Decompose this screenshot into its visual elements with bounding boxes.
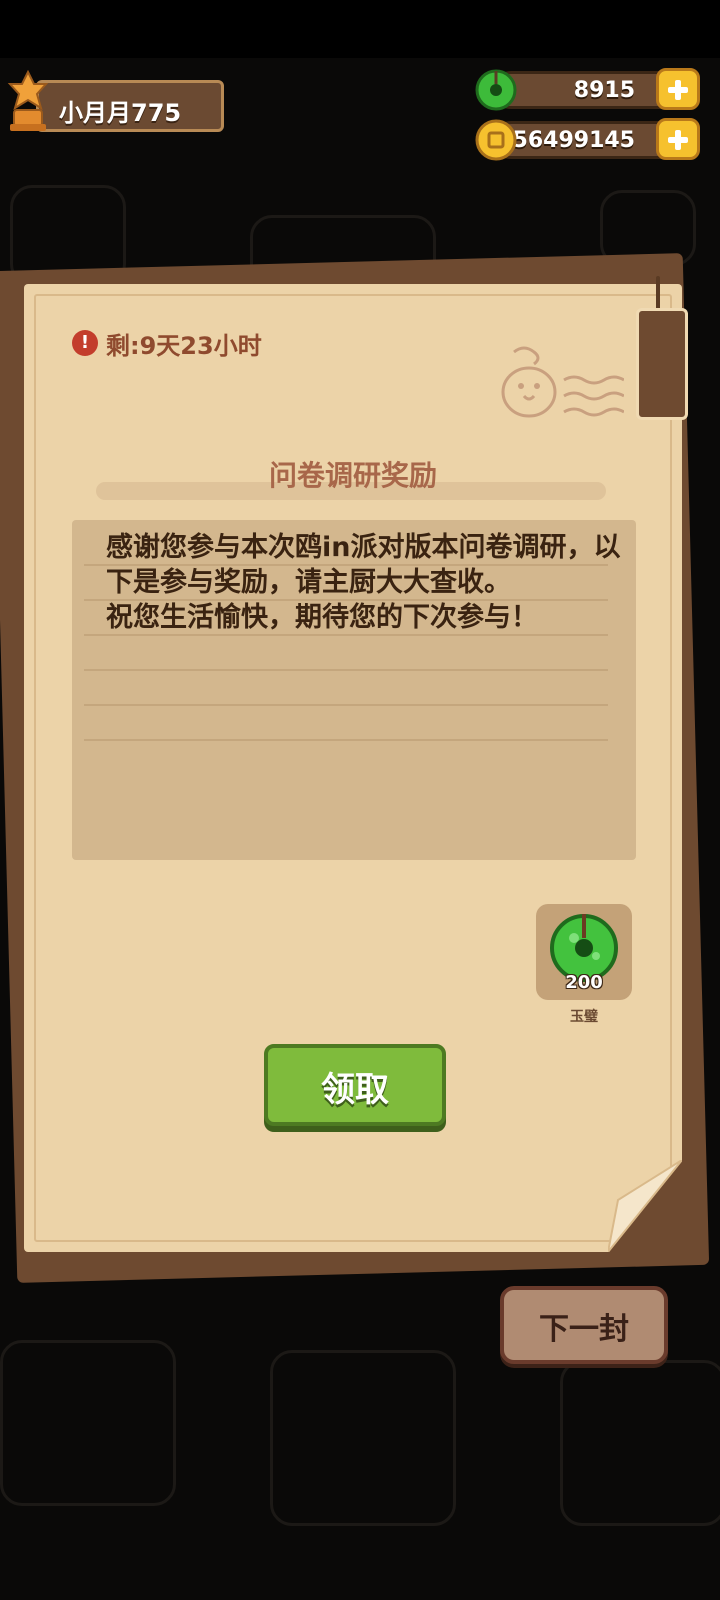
reward-name: 玉璧 bbox=[570, 1009, 598, 1025]
warning-icon: ! bbox=[72, 330, 98, 356]
letter-title: 问卷调研奖励 bbox=[268, 459, 437, 492]
reward-item[interactable]: 200 bbox=[536, 904, 632, 1000]
player-name-badge[interactable]: 小月月775 bbox=[36, 80, 224, 132]
claim-button[interactable]: 领取 bbox=[264, 1044, 446, 1126]
background-decor bbox=[560, 1360, 720, 1526]
reward-count: 200 bbox=[565, 972, 603, 993]
mail-letter: ! 剩:9天23小时 问卷调研奖励 感谢您参与本次鸥in派对版本问卷调研，以下是… bbox=[24, 276, 688, 1252]
jade-disc-icon bbox=[475, 69, 517, 111]
rank-trophy-icon bbox=[7, 70, 49, 131]
add-jade-button[interactable] bbox=[656, 68, 700, 110]
claim-button-label: 领取 bbox=[321, 1070, 389, 1110]
add-coin-button[interactable] bbox=[656, 118, 700, 160]
message-text: 感谢您参与本次鸥in派对版本问卷调研，以下是参与奖励，请主厨大大查收。 祝您生活… bbox=[106, 532, 621, 633]
message-box: 感谢您参与本次鸥in派对版本问卷调研，以下是参与奖励，请主厨大大查收。 祝您生活… bbox=[72, 520, 636, 860]
ruled-line bbox=[84, 739, 608, 741]
postmark-stamp-icon bbox=[501, 346, 624, 418]
ruled-line bbox=[84, 704, 608, 706]
background-decor bbox=[270, 1350, 456, 1526]
next-letter-label: 下一封 bbox=[539, 1312, 629, 1347]
player-name: 小月月775 bbox=[59, 99, 182, 127]
jade-balance: 8915 bbox=[573, 78, 635, 103]
page-corner-fold bbox=[608, 1160, 682, 1252]
expiry-timer: 剩:9天23小时 bbox=[106, 332, 262, 360]
status-bar bbox=[0, 0, 720, 58]
coin-balance: 56499145 bbox=[512, 128, 635, 153]
next-letter-button[interactable]: 下一封 bbox=[500, 1286, 668, 1364]
ruled-line bbox=[84, 669, 608, 671]
background-decor bbox=[0, 1340, 176, 1506]
coin-icon bbox=[475, 119, 517, 161]
letter-tag bbox=[636, 308, 688, 420]
